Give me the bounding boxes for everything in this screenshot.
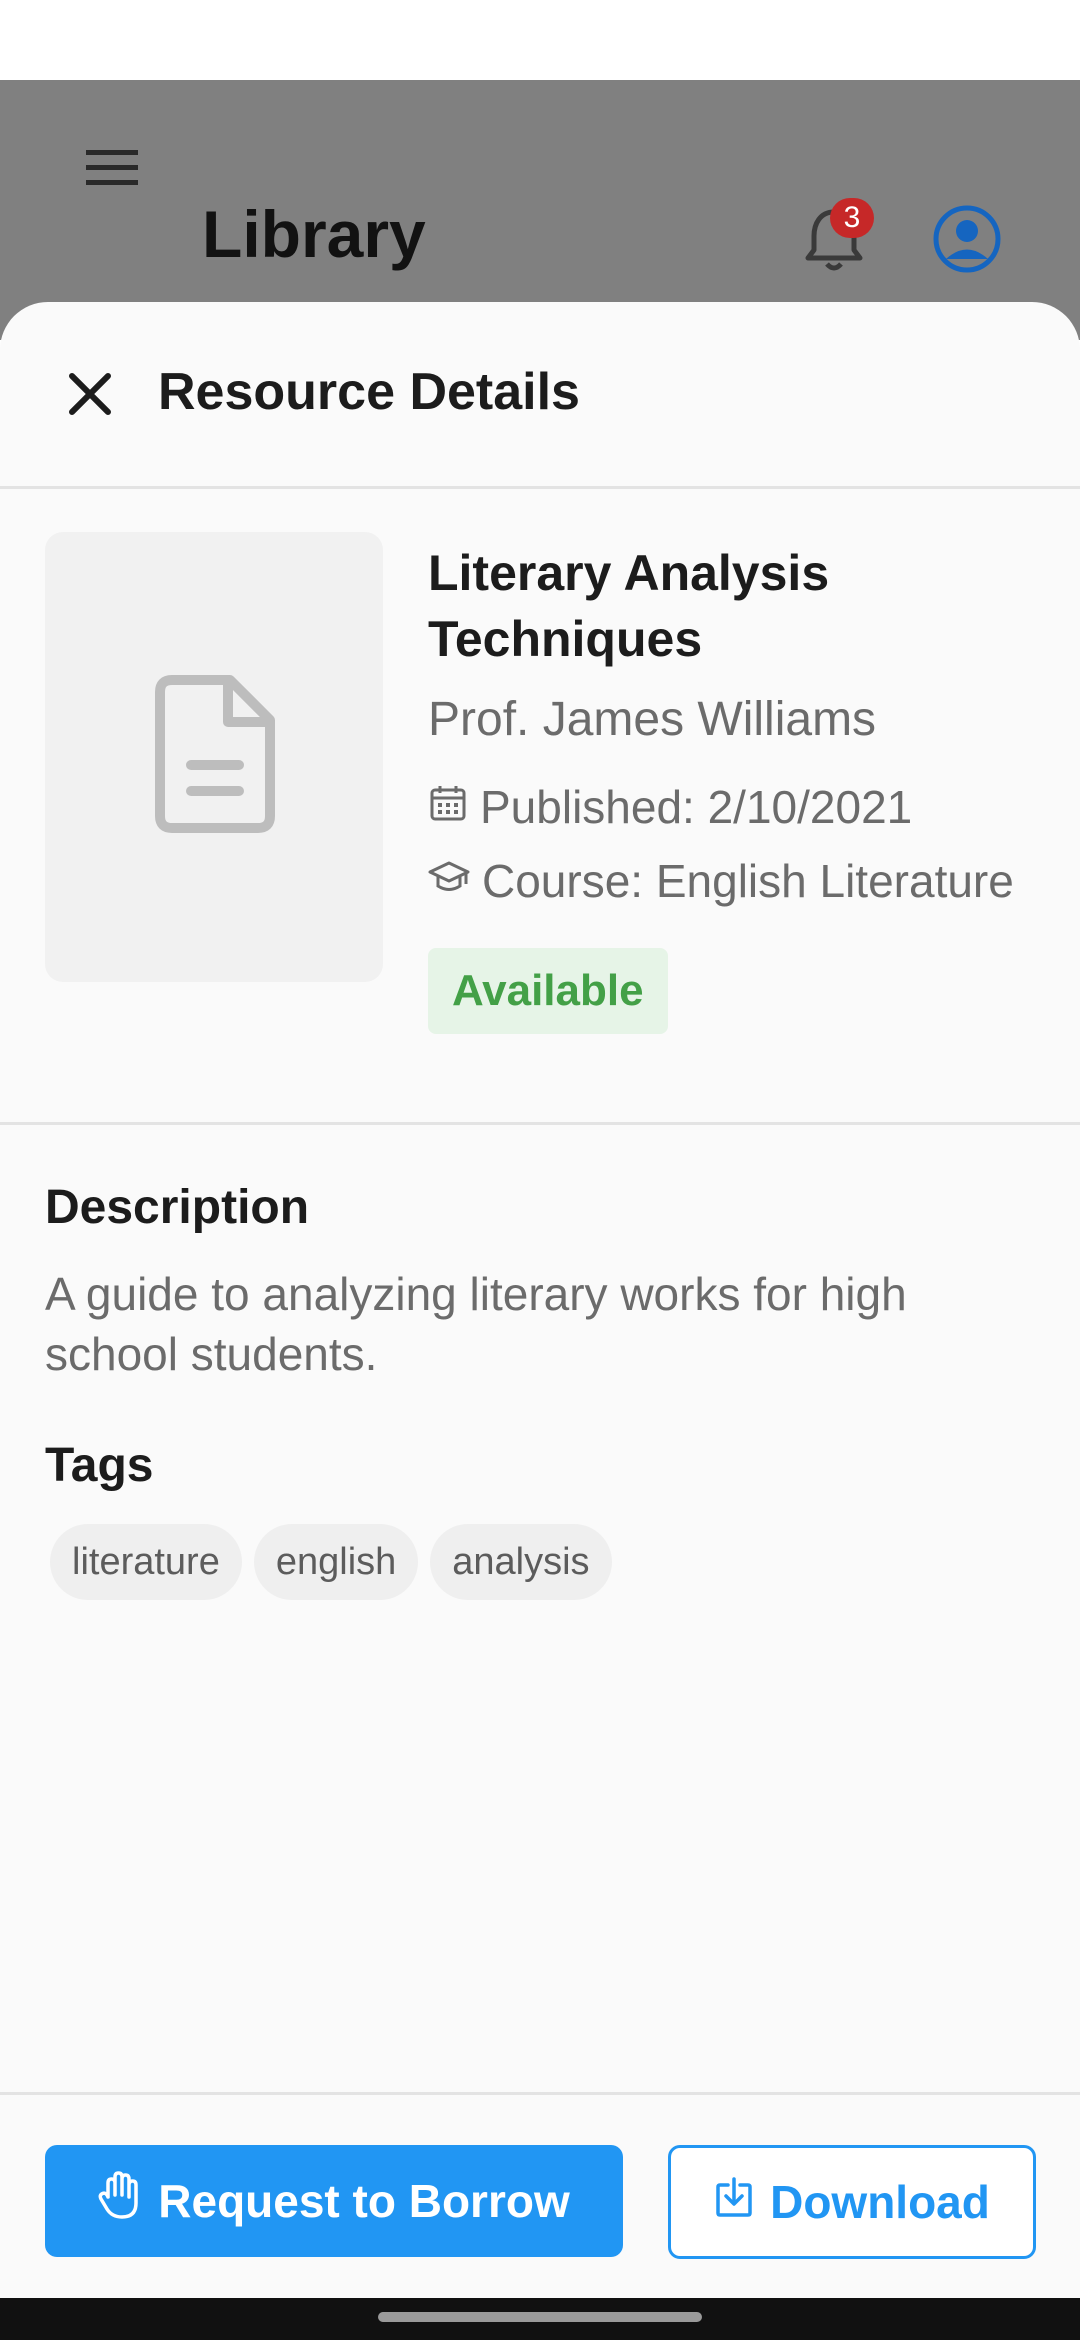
course-name: Course: English Literature [482,855,1014,907]
action-footer: Request to Borrow Download [0,2092,1080,2298]
tag-chip[interactable]: literature [50,1524,242,1600]
menu-icon[interactable] [82,138,142,198]
description-heading: Description [45,1181,310,1234]
notification-badge: 3 [830,198,874,238]
tags-heading: Tags [45,1439,154,1492]
resource-details-sheet: Resource Details Literary Analysis Techn… [0,302,1080,2298]
resource-thumbnail [45,532,383,982]
calendar-icon [428,780,480,834]
system-navigation-bar [0,2298,1080,2340]
request-to-borrow-label: Request to Borrow [158,2175,570,2227]
close-icon[interactable] [62,366,118,422]
sheet-header: Resource Details [0,302,1080,489]
account-icon[interactable] [932,204,1002,274]
resource-title: Literary Analysis Techniques [428,545,830,667]
download-icon [714,2175,770,2230]
hand-icon [98,2170,158,2232]
course-row: Course: English Literature [428,854,1014,908]
tag-chip[interactable]: english [253,1524,419,1600]
home-gesture-handle[interactable] [378,2312,702,2322]
tag-chip[interactable]: analysis [430,1524,612,1600]
document-icon [152,674,276,834]
graduation-cap-icon [428,854,482,908]
request-to-borrow-button[interactable]: Request to Borrow [45,2145,623,2257]
app-title: Library [202,197,426,271]
app-bar [0,80,1080,340]
download-button[interactable]: Download [668,2145,1036,2259]
status-bar [0,0,1080,80]
status-badge: Available [428,948,668,1034]
resource-author: Prof. James Williams [428,693,877,746]
tag-list: literature english analysis [50,1524,612,1600]
sheet-title: Resource Details [158,363,580,421]
description-text: A guide to analyzing literary works for … [45,1268,907,1380]
download-label: Download [770,2176,990,2228]
published-date: Published: 2/10/2021 [480,781,913,833]
section-divider [0,1122,1080,1125]
published-row: Published: 2/10/2021 [428,780,912,834]
